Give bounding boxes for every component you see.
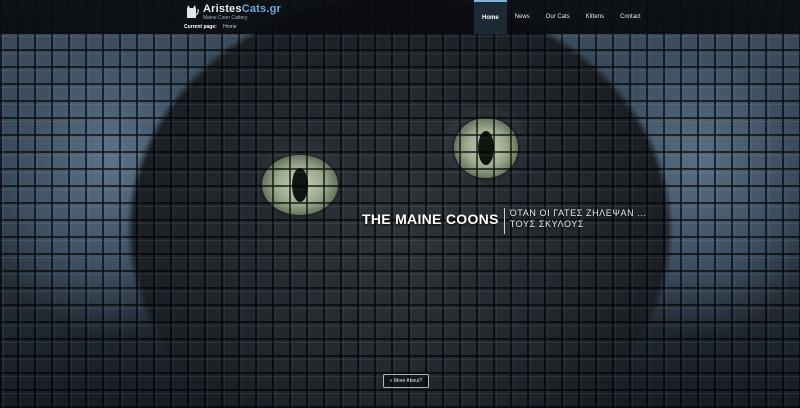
hero-subtitle-line1: ΌΤΑΝ ΟΙ ΓΑΤΕΣ ΖΗΛΕΨΑΝ ... xyxy=(509,208,647,218)
more-about-button[interactable]: » More About? xyxy=(383,374,429,388)
page: AristesCats.gr Maine Coon Cattery Curren… xyxy=(0,0,800,408)
nav-item-kittens[interactable]: Kittens xyxy=(578,0,612,34)
cat-silhouette-icon xyxy=(187,5,199,18)
logo-title: AristesCats.gr xyxy=(203,3,282,15)
breadcrumb: Current page: Home xyxy=(184,24,237,30)
hero-subtitle-line2: ΤΟΥΣ ΣΚΥΛΟΥΣ xyxy=(509,219,585,229)
top-navigation-bar: AristesCats.gr Maine Coon Cattery Curren… xyxy=(0,0,800,34)
breadcrumb-label: Current page: xyxy=(184,24,217,30)
tile-highlight-overlay xyxy=(0,0,800,408)
nav-item-home[interactable]: Home xyxy=(474,0,507,34)
hero-title: THE MAINE COONS xyxy=(362,211,499,227)
nav-item-our-cats[interactable]: Our Cats xyxy=(538,0,578,34)
logo-subtitle: Maine Coon Cattery xyxy=(203,15,248,21)
site-logo[interactable]: AristesCats.gr Maine Coon Cattery xyxy=(184,3,281,21)
main-nav: Home News Our Cats Kittens Contact xyxy=(474,0,649,34)
nav-item-contact[interactable]: Contact xyxy=(612,0,649,34)
hero-subtitle: ΌΤΑΝ ΟΙ ΓΑΤΕΣ ΖΗΛΕΨΑΝ ... ΤΟΥΣ ΣΚΥΛΟΥΣ xyxy=(510,208,647,230)
caption-divider xyxy=(503,208,505,234)
hero-caption: THE MAINE COONS ΌΤΑΝ ΟΙ ΓΑΤΕΣ ΖΗΛΕΨΑΝ ..… xyxy=(362,208,647,234)
breadcrumb-current[interactable]: Home xyxy=(223,24,236,30)
nav-item-news[interactable]: News xyxy=(507,0,538,34)
